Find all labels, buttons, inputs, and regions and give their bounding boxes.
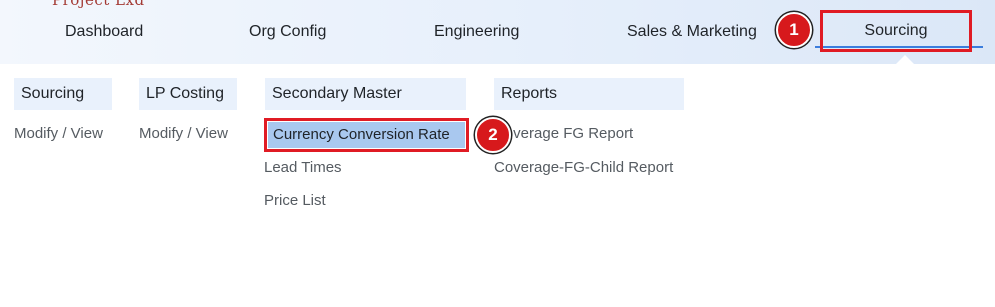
menu-link-coverage-fg-report[interactable]: Coverage FG Report	[494, 124, 633, 144]
nav-sourcing-highlight[interactable]: Sourcing	[820, 10, 972, 52]
menu-link-sourcing-modify-view[interactable]: Modify / View	[14, 124, 103, 144]
nav-sourcing[interactable]: Sourcing	[864, 22, 927, 40]
step-badge-2: 2	[475, 117, 511, 153]
currency-conversion-highlight[interactable]: Currency Conversion Rate	[264, 118, 469, 152]
nav-dashboard[interactable]: Dashboard	[65, 20, 143, 44]
menu-header-sourcing: Sourcing	[14, 78, 112, 110]
menu-header-lp-costing: LP Costing	[139, 78, 237, 110]
nav-engineering[interactable]: Engineering	[434, 20, 519, 44]
dropdown-caret	[896, 55, 914, 64]
nav-sales-marketing[interactable]: Sales & Marketing	[627, 20, 757, 44]
step-badge-1: 1	[776, 12, 812, 48]
menu-link-coverage-fg-child-report[interactable]: Coverage-FG-Child Report	[494, 158, 673, 178]
menu-header-secondary-master: Secondary Master	[265, 78, 466, 110]
menu-link-lp-costing-modify-view[interactable]: Modify / View	[139, 124, 228, 144]
menu-link-lead-times[interactable]: Lead Times	[264, 158, 342, 178]
top-nav-bar: Project Lxd Dashboard Org Config Enginee…	[0, 0, 995, 64]
nav-org-config[interactable]: Org Config	[249, 20, 326, 44]
logo: Project Lxd	[52, 0, 145, 9]
menu-link-currency-conversion-rate[interactable]: Currency Conversion Rate	[268, 122, 465, 148]
menu-link-price-list[interactable]: Price List	[264, 191, 326, 211]
menu-header-reports: Reports	[494, 78, 684, 110]
